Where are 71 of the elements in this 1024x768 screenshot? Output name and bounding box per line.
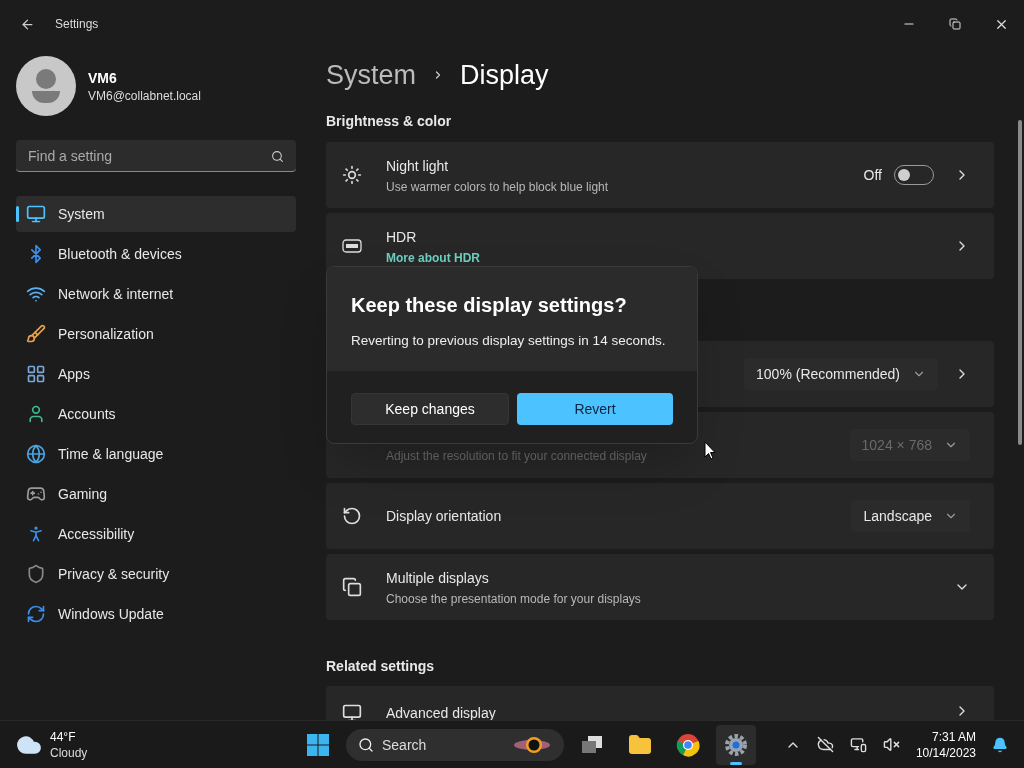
gamepad-icon bbox=[26, 484, 46, 504]
nav-item[interactable]: Windows Update bbox=[16, 596, 296, 632]
breadcrumb-item: Display bbox=[460, 58, 549, 92]
nav-item[interactable]: Bluetooth & devices bbox=[16, 236, 296, 272]
setting-card[interactable]: HDR More about HDR bbox=[326, 213, 994, 279]
setting-title: Display orientation bbox=[386, 507, 503, 526]
setting-title: HDR bbox=[386, 227, 418, 247]
nav-item[interactable]: Privacy & security bbox=[16, 556, 296, 592]
monitor-icon bbox=[26, 204, 46, 224]
toggle-state: Off bbox=[863, 166, 882, 185]
nav-item[interactable]: Accessibility bbox=[16, 516, 296, 552]
apps-icon bbox=[26, 364, 46, 384]
setting-title: Night light bbox=[386, 156, 450, 176]
weather-condition: Cloudy bbox=[50, 744, 88, 761]
back-icon[interactable] bbox=[20, 16, 35, 32]
window-title: Settings bbox=[55, 16, 99, 32]
setting-title: Advanced display bbox=[386, 704, 497, 720]
clock-time[interactable]: 7:31 AM bbox=[931, 728, 976, 745]
dialog-message: Reverting to previous display settings in 14 seconds. bbox=[351, 332, 667, 350]
section-heading: Brightness & color bbox=[326, 112, 453, 131]
windows-logo-icon[interactable] bbox=[306, 733, 330, 757]
dropdown[interactable]: Landscape bbox=[851, 500, 970, 532]
person-icon bbox=[26, 404, 46, 424]
primary-button[interactable]: Revert bbox=[517, 393, 673, 426]
shield-icon bbox=[26, 564, 46, 584]
dropdown[interactable]: 100% (Recommended) bbox=[744, 358, 938, 390]
setting-card[interactable]: Display orientation Landscape bbox=[326, 483, 994, 549]
setting-title: Multiple displays bbox=[386, 568, 490, 588]
search-icon bbox=[271, 150, 284, 163]
brightness-icon bbox=[342, 165, 362, 185]
section-heading: Related settings bbox=[326, 657, 436, 676]
mute-icon[interactable] bbox=[882, 736, 900, 753]
user-email: VM6@collabnet.local bbox=[88, 88, 201, 104]
dialog-title: Keep these display settings? bbox=[351, 293, 628, 318]
eclipse-icon bbox=[512, 735, 552, 755]
setting-card[interactable]: Night light Use warmer colors to help block blue light Off bbox=[326, 142, 994, 208]
weather-temperature: 44°F bbox=[50, 728, 77, 745]
setting-description: Adjust the resolution to fit your connected display bbox=[386, 448, 647, 464]
setting-card[interactable]: Advanced display bbox=[326, 686, 994, 720]
cloud-off-icon[interactable] bbox=[816, 736, 834, 753]
setting-card[interactable]: Multiple displays Choose the presentation mode for your displays bbox=[326, 554, 994, 620]
setting-description: Choose the presentation mode for your displays bbox=[386, 590, 641, 607]
nav-item[interactable]: System bbox=[16, 196, 296, 232]
search-icon bbox=[358, 737, 374, 753]
cursor-icon bbox=[704, 441, 716, 460]
nav-item[interactable]: Gaming bbox=[16, 476, 296, 512]
wifi-icon bbox=[26, 284, 46, 304]
settings-icon[interactable] bbox=[716, 725, 756, 765]
orientation-icon bbox=[342, 506, 362, 526]
nav-item[interactable]: Personalization bbox=[16, 316, 296, 352]
refresh-icon bbox=[26, 604, 46, 624]
search-field[interactable]: Find a setting bbox=[16, 140, 296, 172]
displays-icon bbox=[342, 577, 362, 597]
nav-item[interactable]: Apps bbox=[16, 356, 296, 392]
avatar bbox=[16, 56, 76, 116]
clock-date[interactable]: 10/14/2023 bbox=[915, 744, 976, 761]
user-name: VM6 bbox=[88, 69, 118, 88]
nav-item[interactable]: Time & language bbox=[16, 436, 296, 472]
hdr-link[interactable]: More about HDR bbox=[386, 249, 954, 266]
setting-description: Use warmer colors to help block blue light bbox=[386, 178, 609, 195]
secondary-button[interactable]: Keep changes bbox=[351, 393, 509, 426]
taskbar-search[interactable]: Search bbox=[346, 729, 564, 761]
nav-item[interactable]: Network & internet bbox=[16, 276, 296, 312]
brush-icon bbox=[26, 324, 46, 344]
bell-icon[interactable] bbox=[992, 736, 1008, 753]
monitor-icon bbox=[342, 703, 362, 720]
network-icon[interactable] bbox=[849, 736, 867, 753]
restore-icon[interactable] bbox=[949, 18, 961, 30]
globe-icon bbox=[26, 444, 46, 464]
breadcrumb-item[interactable]: System bbox=[326, 54, 417, 96]
nav-item[interactable]: Accounts bbox=[16, 396, 296, 432]
